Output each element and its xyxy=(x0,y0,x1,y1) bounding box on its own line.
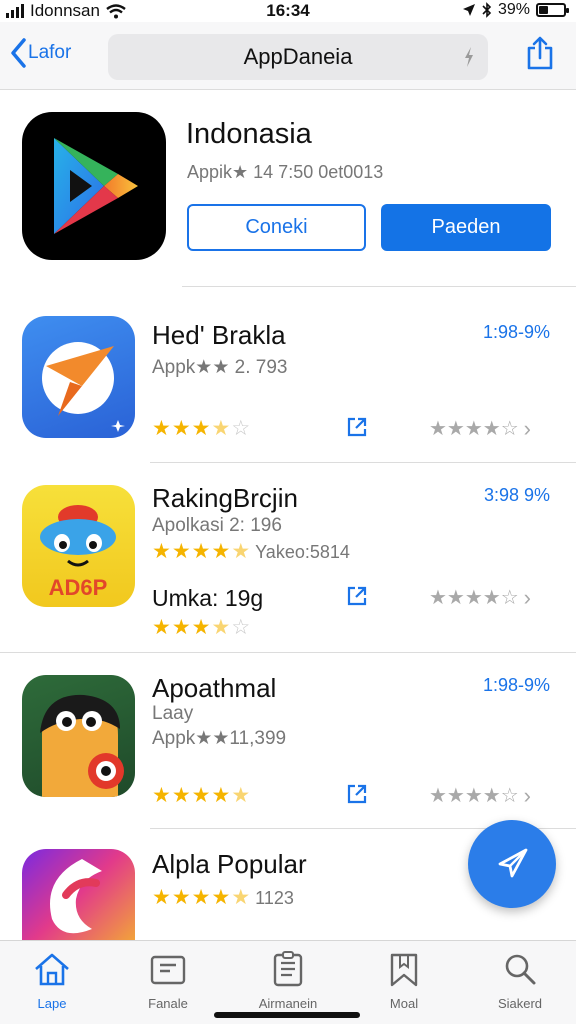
star-icon: ★ xyxy=(171,886,191,909)
star-icon: ☆ xyxy=(231,417,251,440)
app-name: Hed' Brakla xyxy=(152,320,286,350)
tab-search[interactable]: Siakerd xyxy=(470,951,570,1011)
tab-apps[interactable]: Airmanein xyxy=(238,951,338,1011)
star-rating: ★ ★ ★ ★ ★ 1123 xyxy=(152,887,294,908)
compose-button[interactable] xyxy=(468,820,556,908)
back-label: Lafor xyxy=(28,42,72,63)
app-price[interactable]: 3:98 9% xyxy=(484,485,550,506)
star-icon: ★ xyxy=(152,784,171,807)
app-meta: Appk★★11,399 xyxy=(152,728,287,749)
battery-percent: 39% xyxy=(497,1,530,18)
chevron-right-icon: › xyxy=(523,416,531,441)
star-icon: ★ xyxy=(211,886,231,909)
external-link-icon[interactable] xyxy=(346,585,368,607)
apps-icon xyxy=(273,951,303,987)
star-rating: ★ ★ ★ ★ ☆ xyxy=(152,418,250,439)
external-link-icon[interactable] xyxy=(346,416,368,438)
svg-text:AD6P: AD6P xyxy=(49,575,108,600)
primary-button[interactable]: Paeden xyxy=(381,204,551,251)
secondary-button[interactable]: Coneki xyxy=(187,204,366,251)
star-icon: ★ xyxy=(191,540,211,563)
app-icon: AD6P xyxy=(22,485,135,607)
app-meta: Appk★★ 2. 793 xyxy=(152,357,288,378)
chevron-right-icon: › xyxy=(523,585,531,610)
divider xyxy=(182,286,576,287)
app-price[interactable]: 1:98-9% xyxy=(483,322,550,343)
send-icon xyxy=(498,848,528,878)
star-icon: ★ xyxy=(191,616,211,639)
tab-label: Airmanein xyxy=(258,996,318,1011)
star-rating-secondary: ★ ★ ★ ★ ☆ xyxy=(152,617,250,638)
external-link-icon[interactable] xyxy=(346,783,368,805)
star-icon: ★ xyxy=(171,540,191,563)
search-text: AppDaneia xyxy=(243,44,353,69)
star-icon: ★ xyxy=(152,886,171,909)
featured-title: Indonasia xyxy=(186,118,312,150)
games-icon xyxy=(150,955,186,985)
star-icon: ★ xyxy=(191,886,211,909)
chevron-left-icon xyxy=(11,38,26,68)
star-icon: ★ xyxy=(211,417,231,440)
star-rating: ★ ★ ★ ★ ★ Yakeo:5814 xyxy=(152,541,350,562)
featured-subtitle: Appik★ 14 7:50 0et0013 xyxy=(187,162,384,182)
list-item[interactable]: Hed' Brakla Appk★★ 2. 793 1:98-9% ★ ★ ★ ★ ☆ … xyxy=(0,290,576,462)
play-app-icon[interactable] xyxy=(22,112,166,260)
app-name: Apoathmal xyxy=(152,673,277,703)
search-icon xyxy=(505,954,536,985)
app-icon xyxy=(22,849,135,941)
star-icon: ★ xyxy=(211,616,231,639)
gray-star-rating: ★★★★☆ › xyxy=(429,416,531,441)
star-icon: ★ xyxy=(191,784,211,807)
star-icon: ★ xyxy=(211,784,231,807)
star-icon: ★ xyxy=(152,616,171,639)
star-icon: ★ xyxy=(152,540,171,563)
star-icon: ★ xyxy=(191,417,211,440)
battery-icon xyxy=(536,3,569,17)
app-icon xyxy=(22,675,135,797)
tab-label: Fanale xyxy=(148,996,188,1011)
featured-app: Indonasia Appik★ 14 7:50 0et0013 Coneki … xyxy=(0,90,576,290)
list-item[interactable]: Apoathmal Laay Appk★★11,399 1:98-9% ★ ★ ★ ★… xyxy=(0,653,576,829)
rating-count: 1123 xyxy=(255,887,294,908)
tab-home[interactable]: Lape xyxy=(2,951,102,1011)
app-meta: Apolkasi 2: 196 xyxy=(152,515,282,536)
rating-count: Yakeo:5814 xyxy=(255,541,350,562)
home-indicator xyxy=(214,1012,360,1018)
star-icon: ★ xyxy=(171,784,191,807)
search-bar[interactable]: AppDaneia xyxy=(108,34,488,80)
status-bar: Idonnsan 16:34 39% xyxy=(0,0,576,22)
star-icon: ★ xyxy=(152,417,171,440)
bookmark-icon xyxy=(390,953,418,987)
mic-icon[interactable] xyxy=(462,46,476,68)
star-icon: ★ xyxy=(231,886,251,909)
star-icon: ★ xyxy=(231,540,251,563)
app-icon xyxy=(22,316,135,438)
app-name: Alpla Popular xyxy=(152,849,307,879)
app-price[interactable]: 1:98-9% xyxy=(483,675,550,696)
star-icon: ★ xyxy=(231,784,251,807)
tab-bookmarks[interactable]: Moal xyxy=(354,951,454,1011)
star-icon: ☆ xyxy=(231,616,251,639)
gray-star-rating: ★★★★☆ › xyxy=(429,585,531,610)
app-name: RakingBrcjin xyxy=(152,483,298,513)
chevron-right-icon: › xyxy=(523,783,531,808)
star-icon: ★ xyxy=(211,540,231,563)
star-icon: ★ xyxy=(171,616,191,639)
share-icon[interactable] xyxy=(526,36,554,70)
tab-label: Lape xyxy=(37,996,67,1011)
bluetooth-icon xyxy=(482,2,492,18)
tab-games[interactable]: Fanale xyxy=(118,951,218,1011)
tab-label: Moal xyxy=(389,996,419,1011)
location-icon xyxy=(462,4,475,16)
tab-label: Siakerd xyxy=(497,996,543,1011)
app-subtitle: Laay xyxy=(152,703,194,724)
home-icon xyxy=(35,953,69,986)
list-item[interactable]: AD6P RakingBrcjin Apolkasi 2: 196 ★ ★ ★ ★ ★ … xyxy=(0,463,576,653)
back-button[interactable]: Lafor xyxy=(10,38,71,68)
nav-bar: Lafor AppDaneia xyxy=(0,22,576,90)
star-rating: ★ ★ ★ ★ ★ xyxy=(152,785,250,806)
price-line: Umka: 19g xyxy=(152,585,264,611)
gray-star-rating: ★★★★☆ › xyxy=(429,783,531,808)
star-icon: ★ xyxy=(171,417,191,440)
